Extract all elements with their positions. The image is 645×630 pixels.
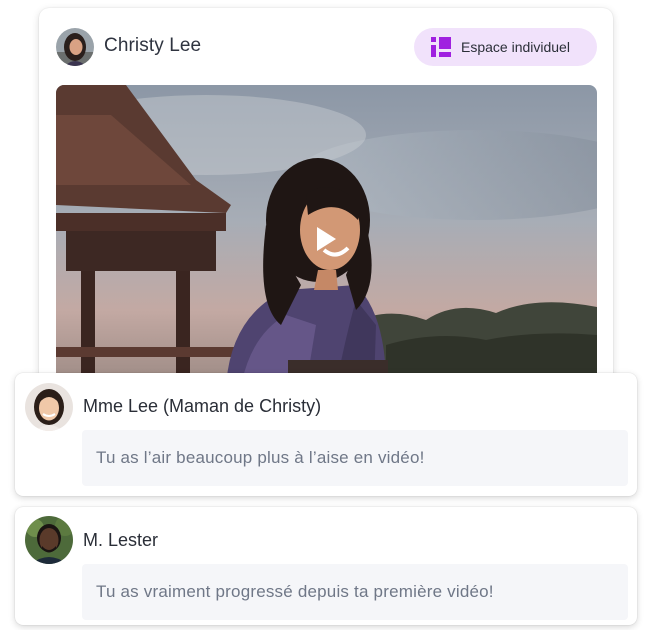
individual-space-label: Espace individuel xyxy=(461,39,570,55)
commenter-name[interactable]: Mme Lee (Maman de Christy) xyxy=(83,396,321,417)
comment-bubble: Tu as vraiment progressé depuis ta premi… xyxy=(82,564,628,620)
commenter-avatar[interactable] xyxy=(25,516,73,564)
commenter-avatar[interactable] xyxy=(25,383,73,431)
video-player[interactable] xyxy=(56,85,597,386)
space-layout-icon xyxy=(431,37,451,57)
comment-bubble: Tu as l’air beaucoup plus à l’aise en vi… xyxy=(82,430,628,486)
author-name[interactable]: Christy Lee xyxy=(104,35,201,57)
comment-card: M. Lester Tu as vraiment progressé depui… xyxy=(15,507,637,625)
comment-text: Tu as l’air beaucoup plus à l’aise en vi… xyxy=(96,448,425,467)
play-icon[interactable] xyxy=(315,226,337,252)
feed: Christy Lee Espace individuel Mme Lee (M… xyxy=(0,0,645,630)
post-header: Christy Lee Espace individuel xyxy=(39,8,613,84)
individual-space-badge[interactable]: Espace individuel xyxy=(414,28,597,66)
comment-text: Tu as vraiment progressé depuis ta premi… xyxy=(96,582,494,601)
commenter-name[interactable]: M. Lester xyxy=(83,530,158,551)
post-card: Christy Lee Espace individuel xyxy=(39,8,613,386)
comment-card: Mme Lee (Maman de Christy) Tu as l’air b… xyxy=(15,373,637,496)
author-avatar[interactable] xyxy=(56,28,94,66)
